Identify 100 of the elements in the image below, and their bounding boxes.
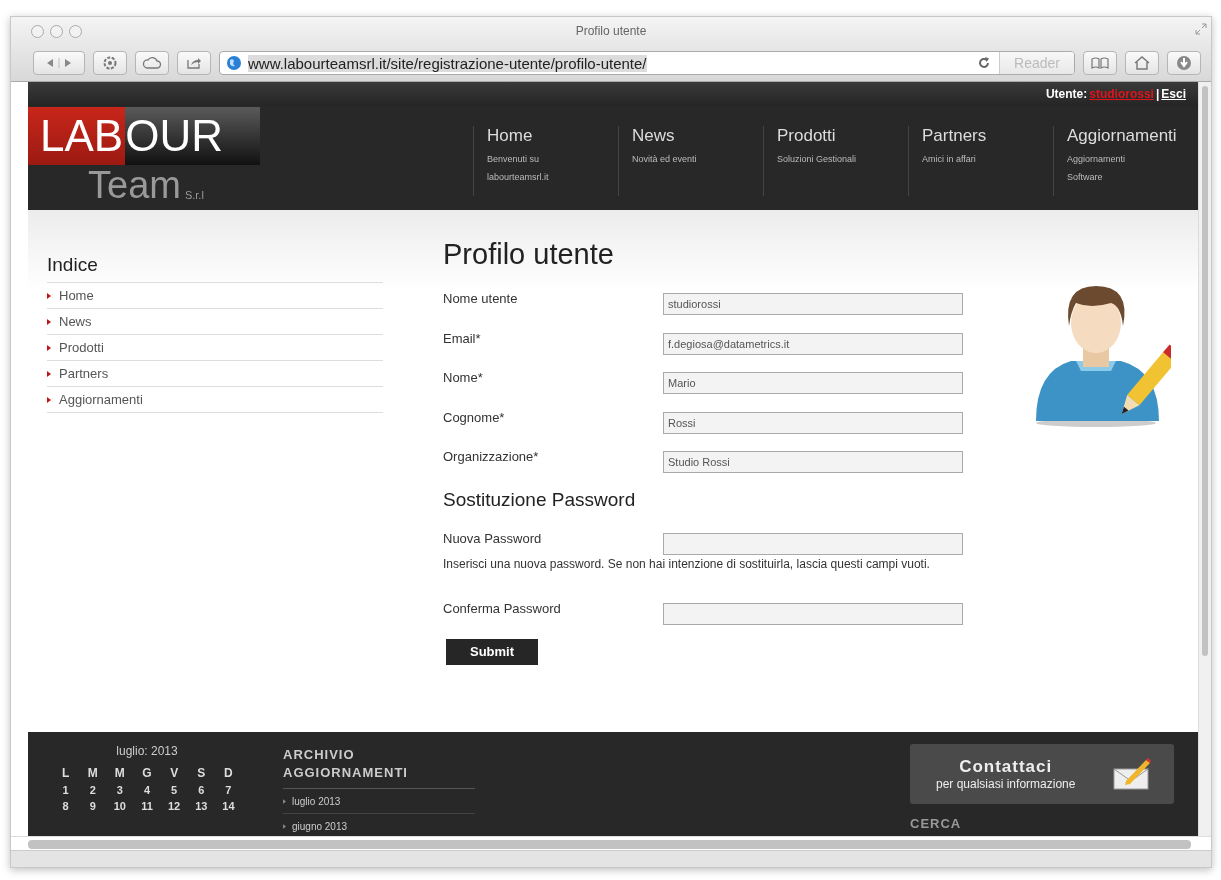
input-field[interactable]: Studio Rossi <box>663 451 963 473</box>
bullet-icon <box>47 292 51 299</box>
archive-label: luglio 2013 <box>292 795 341 807</box>
field-label: Nuova Password <box>443 530 543 546</box>
close-button[interactable] <box>31 24 44 38</box>
minimize-button[interactable] <box>50 24 63 38</box>
bullet-icon <box>47 344 51 351</box>
submit-button[interactable]: Submit <box>446 638 538 665</box>
input-field[interactable]: Rossi <box>663 411 963 434</box>
cloud-icon <box>142 56 162 70</box>
share-icon <box>186 56 202 70</box>
calendar-day[interactable]: 2 <box>79 784 107 796</box>
bookmarks-button[interactable] <box>1083 51 1117 75</box>
contact-button[interactable]: Contattaci per qualsiasi informazione <box>910 744 1174 804</box>
bullet-icon <box>47 370 51 377</box>
user-label: Utente: <box>1045 87 1088 101</box>
home-icon <box>1134 56 1150 70</box>
field-label: Email* <box>443 330 482 346</box>
home-button[interactable] <box>1125 51 1159 75</box>
bullet-icon <box>283 823 286 829</box>
sidebar-link[interactable]: News <box>59 314 92 329</box>
weekday-label: D <box>223 766 234 780</box>
back-forward-buttons[interactable] <box>33 51 85 75</box>
weekday-label: M <box>86 766 99 780</box>
envelope-pencil-icon <box>1112 757 1152 791</box>
sidebar-link[interactable]: Prodotti <box>59 340 104 355</box>
nav-item[interactable]: Prodotti Soluzioni Gestionali <box>763 126 908 196</box>
calendar-day[interactable]: 13 <box>187 800 215 812</box>
download-button[interactable] <box>1167 51 1201 75</box>
nav-item[interactable]: News Novità ed eventi <box>618 126 763 196</box>
settings-button[interactable] <box>93 51 127 75</box>
weekday-label: L <box>60 766 71 780</box>
field-label: Organizzazione* <box>443 449 540 464</box>
cloud-button[interactable] <box>135 51 169 75</box>
calendar-day[interactable]: 9 <box>79 800 107 812</box>
logo-text: LAB <box>28 107 126 165</box>
calendar-day[interactable]: 1 <box>52 784 80 796</box>
logout-link[interactable]: Esci <box>1161 87 1186 101</box>
field-label: Conferma Password <box>443 600 562 616</box>
contact-subtitle: per qualsiasi informazione <box>936 777 1076 791</box>
calendar-day[interactable]: 10 <box>106 800 134 812</box>
input-field[interactable]: f.degiosa@datametrics.it <box>663 332 963 355</box>
bullet-icon <box>47 396 51 403</box>
search-title: CERCA <box>910 816 963 831</box>
sidebar-title: Indice <box>47 254 383 283</box>
password-field[interactable] <box>663 532 963 555</box>
logo[interactable]: LABOUR Team S.r.l <box>28 106 260 210</box>
sidebar-link[interactable]: Aggiornamenti <box>59 392 143 407</box>
input-field[interactable]: Mario <box>663 372 963 394</box>
sidebar-item[interactable]: News <box>47 309 383 335</box>
sidebar-item[interactable]: Partners <box>47 361 383 387</box>
calendar-day[interactable]: 8 <box>52 800 80 812</box>
horizontal-scrollbar[interactable] <box>11 836 1211 850</box>
sidebar-link[interactable]: Partners <box>59 366 109 381</box>
vertical-scrollbar[interactable] <box>1198 82 1211 836</box>
sidebar-item[interactable]: Prodotti <box>47 335 383 361</box>
archive-link[interactable]: luglio 2013 <box>283 789 475 814</box>
logo-text: Team <box>88 165 181 205</box>
calendar-day[interactable]: 14 <box>214 800 242 812</box>
reload-icon[interactable] <box>977 56 992 70</box>
field-label: Nome utente <box>443 291 519 306</box>
share-button[interactable] <box>177 51 211 75</box>
calendar-day[interactable]: 3 <box>106 784 134 796</box>
archive-label: giugno 2013 <box>292 820 348 832</box>
input-field[interactable]: studiorossi <box>663 293 963 315</box>
field-label: Cognome* <box>443 409 506 425</box>
nav-item[interactable]: Partners Amici in affari <box>908 126 1053 196</box>
weekday-label: G <box>141 766 153 780</box>
calendar-day[interactable]: 4 <box>133 784 161 796</box>
globe-icon <box>226 55 242 71</box>
hint-text: Inserisci una nuova password. Se non hai intenzione di sostituirla, lascia questi campi vuoti. <box>443 556 931 571</box>
calendar-day[interactable]: 5 <box>160 784 188 796</box>
calendar-day[interactable]: 6 <box>187 784 215 796</box>
page-title: Profilo utente <box>443 238 615 271</box>
address-field[interactable]: www.labourteamsrl.it/site/registrazione-utente/profilo-utente/ Reader <box>219 51 1075 75</box>
section-title: Sostituzione Password <box>443 488 637 511</box>
calendar-day[interactable]: 7 <box>214 784 242 796</box>
bullet-icon <box>283 798 286 804</box>
password-field[interactable] <box>663 602 963 625</box>
fullscreen-icon[interactable] <box>1195 23 1207 35</box>
contact-title: Contattaci <box>959 757 1053 777</box>
calendar-day[interactable]: 11 <box>133 800 161 812</box>
archive-title: ARCHIVIO AGGIORNAMENTI <box>283 746 475 789</box>
separator-text: | <box>1155 87 1160 101</box>
sidebar-item[interactable]: Aggiornamenti <box>47 387 383 413</box>
field-label: Nome* <box>443 370 484 385</box>
window-title: Profilo utente <box>575 24 647 38</box>
weekday-label: M <box>113 766 126 780</box>
calendar-day[interactable]: 12 <box>160 800 188 812</box>
sidebar-link[interactable]: Home <box>59 288 94 303</box>
calendar-title: luglio: 2013 <box>115 744 179 758</box>
logo-text: S.r.l <box>184 189 204 203</box>
weekday-label: S <box>196 766 207 780</box>
logo-text: OUR <box>125 107 260 165</box>
nav-item[interactable]: Home Benvenuti su labourteamsrl.it <box>473 126 618 196</box>
sidebar-item[interactable]: Home <box>47 283 383 309</box>
weekday-label: V <box>169 766 180 780</box>
gear-icon <box>102 55 118 71</box>
zoom-button[interactable] <box>69 24 82 38</box>
bullet-icon <box>47 318 51 325</box>
